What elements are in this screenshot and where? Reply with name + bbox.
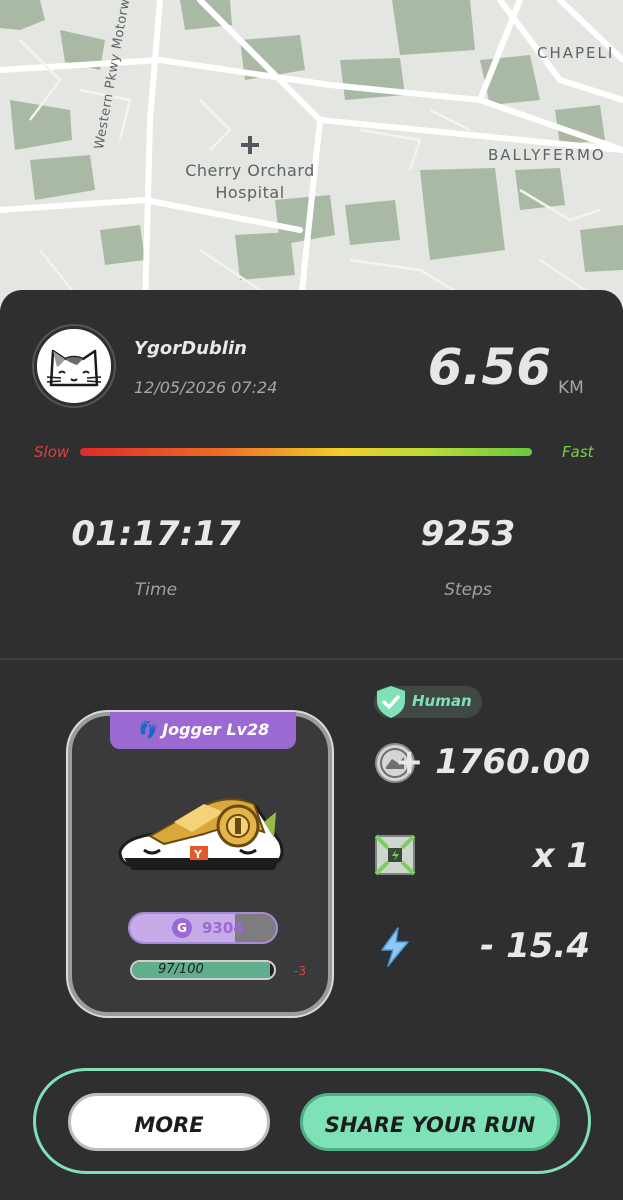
- human-verified-badge: Human: [374, 686, 482, 718]
- sneaker-tag: 👣 Jogger Lv28: [110, 712, 296, 749]
- svg-text:Y: Y: [193, 848, 203, 861]
- steps-label: Steps: [444, 580, 492, 600]
- distance-value: 6.56: [427, 338, 551, 396]
- speed-gradient-bar: [80, 448, 532, 456]
- run-datetime: 12/05/2026 07:24: [134, 378, 278, 397]
- sneaker-card[interactable]: 👣 Jogger Lv28 Y G 9304 97/100 -3: [68, 712, 332, 1016]
- run-summary-card: YgorDublin 12/05/2026 07:24 6.56 KM Slow…: [0, 290, 623, 1200]
- human-label: Human: [412, 692, 472, 710]
- cat-avatar-icon: [37, 329, 111, 403]
- time-label: Time: [134, 580, 178, 600]
- section-divider: [0, 658, 623, 660]
- gmt-bar: G 9304: [128, 912, 278, 944]
- distance-unit: KM: [558, 378, 584, 398]
- speed-fast-label: Fast: [562, 443, 594, 461]
- map-label-hospital-line2: Hospital: [215, 183, 285, 202]
- username: YgorDublin: [134, 338, 247, 359]
- speed-slow-label: Slow: [34, 443, 70, 461]
- energy-lightning-icon: [381, 927, 409, 967]
- gmt-coin-icon: G: [172, 918, 192, 938]
- time-value: 01:17:17: [71, 514, 241, 554]
- sneaker-icon: Y: [118, 798, 284, 870]
- hospital-icon: [241, 136, 259, 154]
- map-label-area-chapelizod: CHAPELI: [537, 44, 615, 62]
- sneaker-level-label: Jogger Lv28: [162, 720, 270, 739]
- durability-loss: -3: [294, 964, 306, 978]
- share-run-button[interactable]: SHARE YOUR RUN: [300, 1093, 560, 1151]
- map-label-area-ballyfermot: BALLYFERMO: [488, 146, 606, 164]
- steps-value: 9253: [420, 514, 516, 554]
- durability-bar: 97/100: [130, 960, 276, 980]
- action-buttons-frame: MORE SHARE YOUR RUN: [33, 1068, 591, 1174]
- footprints-icon: 👣: [136, 720, 157, 739]
- durability-value: 97/100: [158, 962, 204, 977]
- gst-earned-value: + 1760.00: [394, 742, 590, 782]
- mystery-box-count: x 1: [532, 836, 590, 876]
- shield-check-icon: [377, 686, 405, 718]
- map-label-hospital-line1: Cherry Orchard: [185, 161, 315, 180]
- energy-spent-value: - 15.4: [480, 926, 590, 966]
- route-map[interactable]: Cherry Orchard Hospital Western Pkwy Mot…: [0, 0, 623, 310]
- map-label-hospital: Cherry Orchard Hospital: [185, 160, 315, 204]
- more-button[interactable]: MORE: [68, 1093, 270, 1151]
- gmt-value: 9304: [202, 919, 244, 937]
- mystery-box-icon: [374, 834, 416, 876]
- avatar[interactable]: [34, 326, 114, 406]
